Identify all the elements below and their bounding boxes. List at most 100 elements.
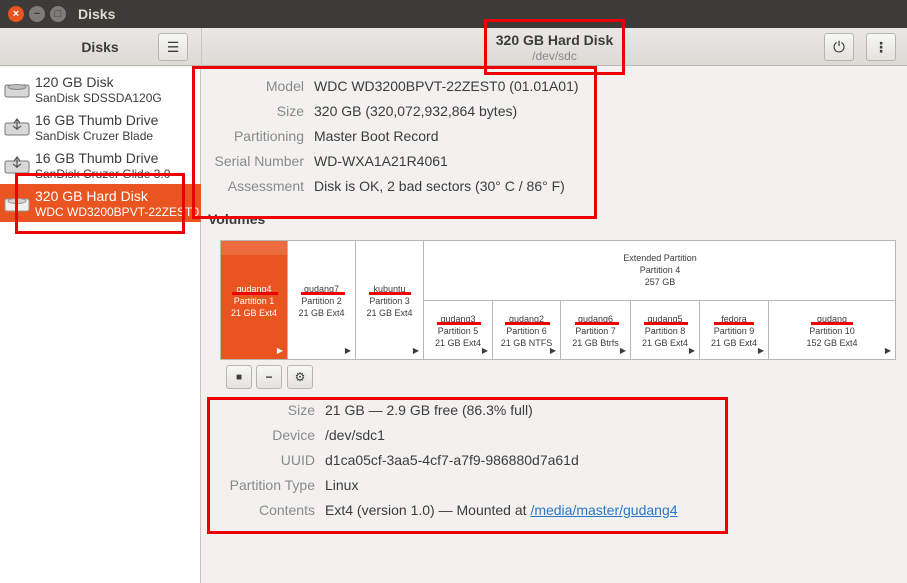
partition-number: Partition 7 <box>575 326 616 336</box>
annotation-underline <box>505 322 550 325</box>
usb-drive-icon <box>4 118 30 136</box>
power-off-button[interactable]: ⏻ <box>824 33 854 61</box>
play-arrow-icon: ▶ <box>688 346 695 355</box>
drive-name: 120 GB Disk <box>35 74 114 90</box>
serial-value: WD-WXA1A21R4061 <box>314 153 448 169</box>
volume-map: gudang4 Partition 1 21 GB Ext4 ▶ gudang7… <box>220 240 896 360</box>
partition-number: Partition 2 <box>301 296 342 306</box>
size-value: 320 GB (320,072,932,864 bytes) <box>314 103 518 119</box>
drive-item[interactable]: 16 GB Thumb Drive SanDisk Cruzer Glide 3… <box>0 146 201 184</box>
partition-fs: 21 GB Ext4 <box>298 308 345 318</box>
app-menu-button[interactable]: ☰ <box>158 33 188 61</box>
annotation-underline <box>575 322 619 325</box>
extended-partition-block[interactable]: Extended Partition Partition 4 257 GB <box>424 241 896 301</box>
logical-partition-block[interactable]: fedora Partition 9 21 GB Ext4 ▶ <box>700 301 769 359</box>
disk-details-panel: Model WDC WD3200BPVT-22ZEST0 (01.01A01) … <box>202 67 907 583</box>
drive-model: SanDisk SDSSDA120G <box>35 91 162 105</box>
partition-number: Partition 3 <box>369 296 410 306</box>
contents-text: Ext4 (version 1.0) — Mounted at <box>325 502 531 518</box>
partition-block-selected[interactable]: gudang4 Partition 1 21 GB Ext4 ▶ <box>221 241 288 359</box>
extended-size: 257 GB <box>644 277 676 287</box>
hamburger-menu-icon: ☰ <box>166 38 180 55</box>
disk-header: 320 GB Hard Disk /dev/sdc <box>202 32 907 63</box>
assessment-value: Disk is OK, 2 bad sectors (30° C / 86° F… <box>314 178 565 194</box>
annotation-underline <box>714 322 754 325</box>
contents-label: Contents <box>258 502 315 518</box>
extended-number: Partition 4 <box>639 265 681 275</box>
power-icon: ⏻ <box>833 38 845 56</box>
partition-options-button[interactable]: ⚙ <box>287 365 313 389</box>
logical-partition-block[interactable]: gudang5 Partition 8 21 GB Ext4 ▶ <box>631 301 700 359</box>
partition-number: Partition 6 <box>506 326 547 336</box>
play-arrow-icon: ▶ <box>619 346 626 355</box>
close-icon: × <box>12 8 20 20</box>
window-title: Disks <box>78 6 116 22</box>
serial-label: Serial Number <box>214 153 304 169</box>
drive-name: 16 GB Thumb Drive <box>35 112 159 128</box>
annotation-underline <box>811 322 853 325</box>
annotation-underline <box>301 292 345 295</box>
play-arrow-icon: ▶ <box>276 346 283 355</box>
play-arrow-icon: ▶ <box>757 346 764 355</box>
contents-value: Ext4 (version 1.0) — Mounted at /media/m… <box>325 502 678 518</box>
drive-item-selected[interactable]: 320 GB Hard Disk WDC WD3200BPVT-22ZEST0 <box>0 184 201 222</box>
play-arrow-icon: ▶ <box>412 346 419 355</box>
partition-number: Partition 8 <box>644 326 686 336</box>
device-label: Device <box>272 427 315 443</box>
more-actions-button[interactable]: ⋮ <box>866 33 896 61</box>
logical-partition-block[interactable]: gudang2 Partition 6 21 GB NTFS ▶ <box>493 301 561 359</box>
model-label: Model <box>265 78 304 94</box>
maximize-icon: □ <box>54 8 62 20</box>
partition-type-value: Linux <box>325 477 359 493</box>
play-arrow-icon: ▶ <box>884 346 891 355</box>
partition-number: Partition 1 <box>233 296 275 306</box>
volumes-heading: Volumes <box>208 211 266 227</box>
drive-list: 120 GB Disk SanDisk SDSSDA120G 16 GB Thu… <box>0 67 201 583</box>
drive-model: SanDisk Cruzer Glide 3.0 <box>35 167 171 181</box>
sidebar-header: Disks ☰ <box>0 28 202 66</box>
partitioning-label: Partitioning <box>233 128 304 144</box>
hard-disk-icon <box>4 198 30 212</box>
annotation-underline <box>369 292 411 295</box>
partition-number: Partition 5 <box>437 326 479 336</box>
mount-point-link[interactable]: /media/master/gudang4 <box>530 502 677 518</box>
logical-partition-block[interactable]: gudang6 Partition 7 21 GB Btrfs ▶ <box>561 301 631 359</box>
drive-item[interactable]: 16 GB Thumb Drive SanDisk Cruzer Blade <box>0 108 201 146</box>
play-arrow-icon: ▶ <box>344 346 351 355</box>
part-size-label: Size <box>287 402 315 418</box>
unmount-button[interactable]: ■ <box>226 365 252 389</box>
partition-fs: 152 GB Ext4 <box>806 338 858 348</box>
partition-fs: 21 GB Ext4 <box>366 308 413 318</box>
disk-device-path: /dev/sdc <box>532 49 577 63</box>
play-arrow-icon: ▶ <box>549 346 556 355</box>
size-label: Size <box>276 103 304 119</box>
delete-partition-button[interactable]: − <box>256 365 282 389</box>
part-size-value: 21 GB — 2.9 GB free (86.3% full) <box>325 402 533 418</box>
gears-icon: ⚙ <box>294 370 306 384</box>
device-value: /dev/sdc1 <box>325 427 385 443</box>
logical-partition-block[interactable]: gudang Partition 10 152 GB Ext4 ▶ <box>769 301 895 359</box>
usb-drive-icon <box>4 156 30 174</box>
model-value: WDC WD3200BPVT-22ZEST0 (01.01A01) <box>314 78 579 94</box>
partition-number: Partition 10 <box>809 326 855 336</box>
header-bar: Disks ☰ 320 GB Hard Disk /dev/sdc ⏻ ⋮ <box>0 28 907 66</box>
hard-disk-icon <box>4 84 30 98</box>
uuid-value: d1ca05cf-3aa5-4cf7-a7f9-986880d7a61d <box>325 452 579 468</box>
more-vertical-icon: ⋮ <box>874 38 888 55</box>
minus-icon: − <box>265 370 273 384</box>
drive-model: SanDisk Cruzer Blade <box>35 129 154 143</box>
minimize-window-button[interactable]: − <box>29 6 45 22</box>
drive-item[interactable]: 120 GB Disk SanDisk SDSSDA120G <box>0 70 201 108</box>
partition-block[interactable]: kubuntu Partition 3 21 GB Ext4 ▶ <box>356 241 424 359</box>
maximize-window-button[interactable]: □ <box>50 6 66 22</box>
play-arrow-icon: ▶ <box>481 346 488 355</box>
partition-block[interactable]: gudang7 Partition 2 21 GB Ext4 ▶ <box>288 241 356 359</box>
partitioning-value: Master Boot Record <box>314 128 439 144</box>
window-titlebar: × − □ Disks <box>0 0 907 28</box>
partition-type-label: Partition Type <box>229 477 315 493</box>
annotation-underline <box>232 292 278 295</box>
logical-partition-block[interactable]: gudang3 Partition 5 21 GB Ext4 ▶ <box>424 301 493 359</box>
drive-model: WDC WD3200BPVT-22ZEST0 <box>35 205 199 219</box>
uuid-label: UUID <box>280 452 315 468</box>
close-window-button[interactable]: × <box>8 6 24 22</box>
